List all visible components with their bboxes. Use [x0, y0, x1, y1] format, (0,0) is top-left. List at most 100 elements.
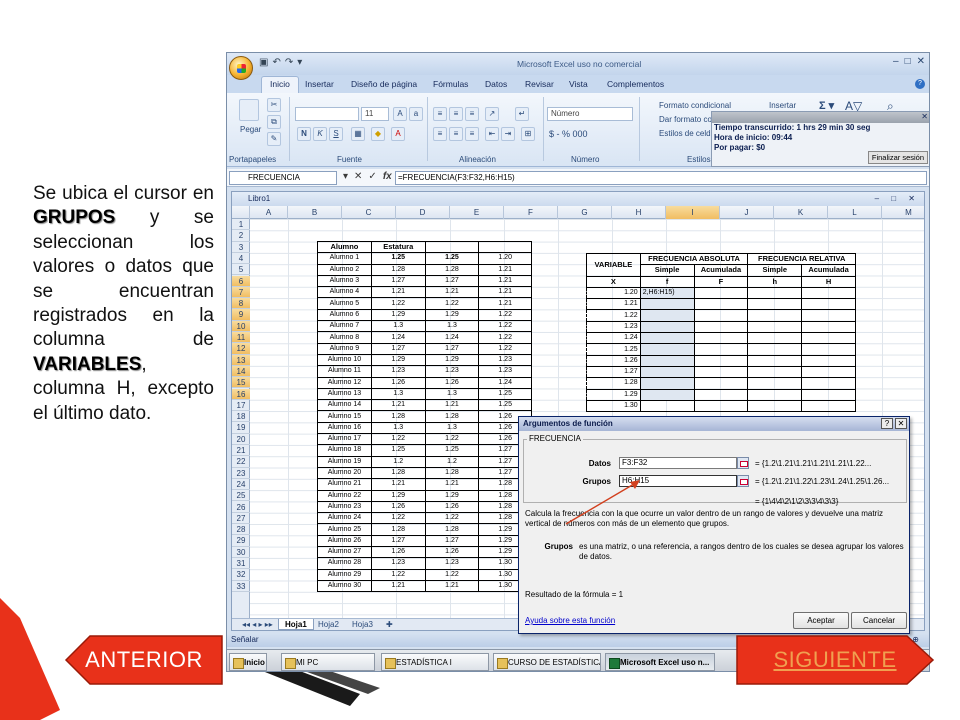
row-header[interactable]: 7 — [232, 286, 250, 299]
taskbar-item-mi-pc[interactable]: MI PC — [281, 653, 375, 671]
header-cell[interactable]: Simple — [639, 264, 695, 277]
table-cell[interactable]: 1.22 — [478, 320, 532, 333]
undo-icon[interactable]: ↶ — [272, 57, 280, 68]
decrease-indent-icon[interactable]: ⇤ — [485, 127, 499, 141]
editing-cell[interactable]: 2,H6:H15) — [639, 286, 695, 300]
table-cell[interactable]: 1.23 — [424, 365, 480, 378]
selected-cell[interactable] — [639, 354, 695, 367]
table-cell[interactable]: 1.3 — [370, 421, 426, 435]
table-cell[interactable]: 1.3 — [424, 421, 480, 435]
table-cell[interactable]: Alumno 14 — [317, 399, 372, 412]
align-center-icon[interactable]: ≡ — [449, 127, 463, 141]
table-cell[interactable]: 1.21 — [370, 579, 426, 593]
table-cell[interactable]: 1.24 — [370, 331, 426, 344]
table-cell[interactable]: Alumno 12 — [317, 376, 372, 389]
symbol-cell[interactable]: f — [639, 275, 695, 288]
table-cell[interactable]: 1.21 — [424, 579, 480, 593]
table-cell[interactable]: Alumno 1 — [317, 252, 372, 265]
column-header[interactable]: H — [612, 206, 666, 219]
tab-datos[interactable]: Datos — [485, 79, 507, 89]
workbook-controls[interactable]: – □ ✕ — [875, 192, 920, 206]
variable-cell[interactable]: 1.20 — [586, 286, 641, 300]
table-cell[interactable] — [747, 343, 803, 356]
table-cell[interactable]: Alumno 10 — [317, 353, 372, 367]
redo-icon[interactable]: ↷ — [285, 57, 293, 68]
table-cell[interactable] — [693, 309, 749, 322]
close-icon[interactable]: ✕ — [921, 112, 928, 121]
function-help-link[interactable]: Ayuda sobre esta función — [525, 616, 615, 625]
table-cell[interactable]: 1.26 — [370, 500, 426, 514]
row-header[interactable]: 13 — [232, 354, 250, 366]
row-header[interactable]: 1 — [232, 219, 250, 231]
customize-qat-icon[interactable]: ▾ — [297, 57, 302, 68]
table-format-button[interactable]: Dar formato co — [645, 115, 712, 124]
selected-cell[interactable] — [639, 388, 695, 401]
table-cell[interactable]: 1.26 — [424, 376, 480, 389]
variable-cell[interactable]: 1.25 — [586, 343, 641, 356]
table-cell[interactable]: 1.28 — [424, 523, 480, 536]
table-cell[interactable] — [693, 286, 749, 300]
row-header[interactable]: 16 — [232, 388, 250, 400]
table-cell[interactable] — [693, 377, 749, 390]
row-header[interactable]: 32 — [232, 569, 250, 581]
header-cell[interactable] — [478, 240, 532, 254]
italic-button[interactable]: K — [313, 127, 327, 141]
column-header[interactable]: J — [720, 206, 774, 219]
table-cell[interactable]: 1.22 — [424, 512, 480, 525]
table-cell[interactable]: 1.26 — [370, 376, 426, 389]
column-header[interactable]: D — [396, 206, 450, 219]
table-cell[interactable] — [747, 320, 803, 334]
header-cell[interactable]: Estatura — [370, 240, 426, 254]
selected-cell[interactable] — [639, 309, 695, 322]
table-cell[interactable]: 1.21 — [370, 286, 426, 299]
row-header[interactable]: 5 — [232, 264, 250, 276]
row-header[interactable]: 12 — [232, 343, 250, 355]
table-cell[interactable]: Alumno 16 — [317, 421, 372, 435]
table-cell[interactable]: 1.22 — [424, 568, 480, 581]
table-cell[interactable]: Alumno 9 — [317, 342, 372, 355]
table-cell[interactable]: 1.26 — [370, 546, 426, 559]
table-cell[interactable]: 1.2 — [370, 455, 426, 468]
table-cell[interactable]: 1.27 — [424, 274, 480, 288]
table-cell[interactable]: 1.21 — [478, 286, 532, 299]
align-top-icon[interactable]: ≡ — [433, 107, 447, 121]
tab-inicio[interactable]: Inicio — [261, 76, 299, 93]
header-cell[interactable]: Acumulada — [693, 264, 749, 277]
datos-input[interactable]: F3:F32 — [619, 457, 737, 469]
paste-label[interactable]: Pegar — [240, 125, 261, 134]
row-header[interactable]: 2 — [232, 230, 250, 242]
column-header[interactable]: G — [558, 206, 612, 219]
variable-cell[interactable]: 1.29 — [586, 388, 641, 401]
table-cell[interactable]: 1.29 — [370, 353, 426, 367]
table-cell[interactable]: 1.22 — [478, 342, 532, 355]
orientation-icon[interactable]: ↗ — [485, 107, 499, 121]
variable-cell[interactable]: 1.24 — [586, 332, 641, 345]
selected-cell[interactable] — [639, 377, 695, 390]
taskbar-item-curso[interactable]: CURSO DE ESTADÍSTICA... — [493, 653, 601, 671]
row-header[interactable]: 14 — [232, 365, 250, 378]
table-cell[interactable]: 1.25 — [424, 444, 480, 457]
column-header[interactable]: B — [288, 206, 342, 219]
table-cell[interactable] — [747, 399, 803, 413]
row-header[interactable]: 24 — [232, 479, 250, 491]
formula-input[interactable]: =FRECUENCIA(F3:F32,H6:H15) — [395, 171, 927, 185]
table-cell[interactable]: Alumno 6 — [317, 308, 372, 322]
collapse-dialog-icon[interactable] — [737, 475, 749, 487]
table-cell[interactable]: 1.21 — [370, 399, 426, 412]
save-icon[interactable]: ▣ — [259, 57, 268, 68]
table-cell[interactable]: 1.24 — [424, 331, 480, 344]
table-cell[interactable]: Alumno 21 — [317, 478, 372, 491]
row-header[interactable]: 8 — [232, 298, 250, 310]
selected-cell[interactable] — [639, 343, 695, 356]
table-cell[interactable]: Alumno 5 — [317, 297, 372, 310]
table-cell[interactable] — [801, 320, 856, 334]
table-cell[interactable]: 1.3 — [370, 387, 426, 401]
table-cell[interactable]: 1.23 — [478, 365, 532, 378]
column-header[interactable]: E — [450, 206, 504, 219]
copy-icon[interactable]: ⧉ — [267, 115, 281, 129]
table-cell[interactable] — [693, 354, 749, 367]
table-cell[interactable] — [747, 354, 803, 367]
table-cell[interactable] — [801, 332, 856, 345]
tab-diseno-pagina[interactable]: Diseño de página — [351, 79, 417, 89]
table-cell[interactable]: 1.3 — [370, 320, 426, 333]
